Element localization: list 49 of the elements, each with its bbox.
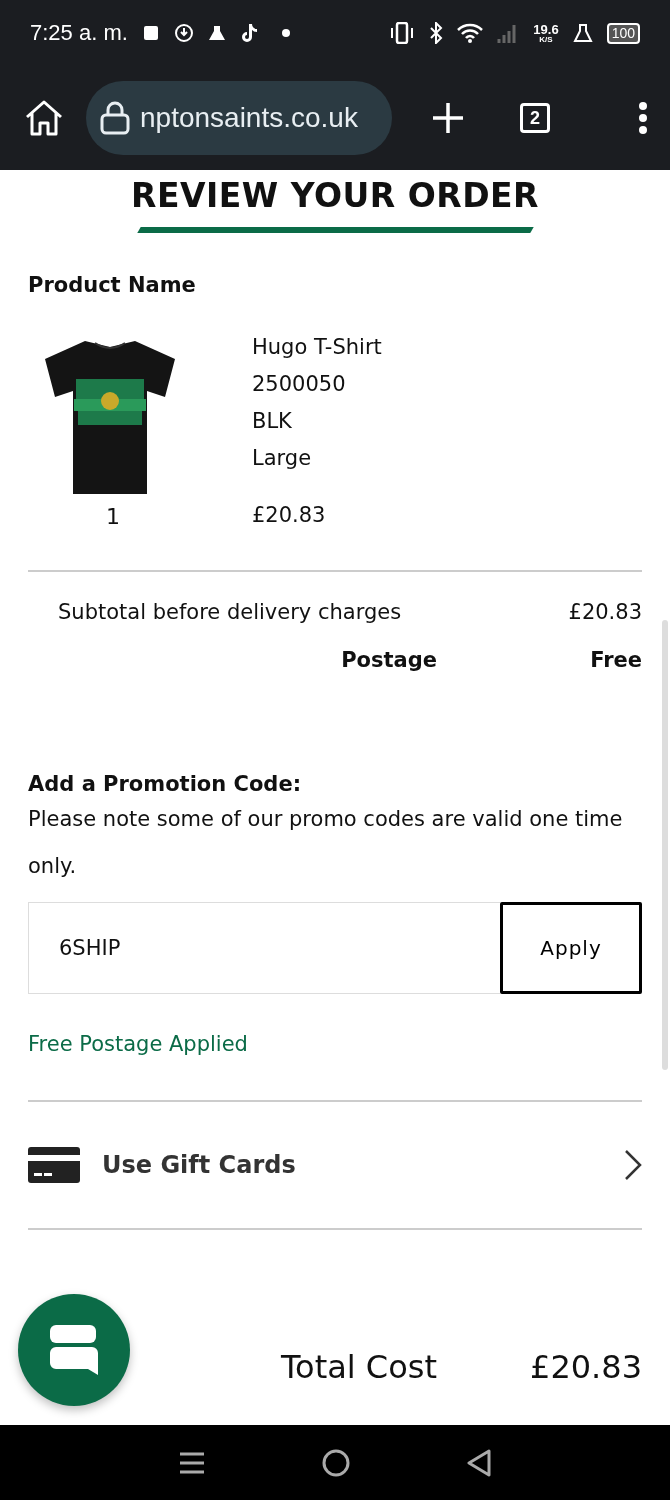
column-heading: Product Name [28,273,197,297]
bluetooth-icon [429,22,444,44]
summary-value: £20.83 [567,600,642,624]
total-label: Total Cost [280,1348,437,1386]
promo-message: Free Postage Applied [28,1032,249,1056]
apply-button[interactable]: Apply [500,902,642,994]
vibrate-icon [389,22,416,44]
back-icon[interactable] [467,1448,492,1477]
summary-value: Free [589,648,642,672]
product-code: 2500050 [252,371,347,398]
status-time: 7:25 a. m. [30,20,128,46]
flask-icon [572,23,593,43]
product-colour: BLK [252,408,293,435]
tab-count[interactable]: 2 [520,103,550,133]
scrollbar[interactable] [662,620,668,1070]
total-value: £20.83 [529,1348,642,1386]
dot-icon [281,29,290,37]
network-speed-unit: K/S [539,35,553,44]
home-icon[interactable] [24,100,64,136]
gift-cards-row[interactable]: Use Gift Cards [28,1102,642,1228]
notification-icon [141,24,160,42]
music-note-icon [239,23,258,43]
chat-icon [48,1323,100,1377]
flask-icon [207,24,226,42]
home-button-icon[interactable] [322,1448,350,1477]
product-name: Hugo T-Shirt [252,334,382,361]
battery-level: 100 [606,22,640,44]
page-title: REVIEW YOUR ORDER [131,176,539,215]
url-text: nptonsaints.co.uk [140,102,358,134]
wifi-icon [457,23,484,43]
promo-heading: Add a Promotion Code: [28,772,303,796]
promo-note: Please note some of our promo codes are valid one time only. [28,806,624,880]
network-speed: 19.6 [533,22,559,36]
promo-code-field[interactable]: 6SHIP [28,902,500,994]
product-size: Large [252,445,313,472]
summary-label: Postage [340,648,437,672]
menu-icon[interactable] [178,1450,205,1475]
plus-icon[interactable] [432,102,464,134]
product-price: £20.83 [252,502,327,529]
chevron-right-icon [624,1149,642,1181]
chat-button[interactable] [18,1294,130,1406]
download-icon [173,23,194,43]
summary-label: Subtotal before delivery charges [58,600,403,624]
credit-card-icon [28,1147,80,1183]
quantity: 1 [106,504,120,529]
lock-icon [100,101,130,135]
gift-cards-label: Use Gift Cards [102,1151,297,1179]
more-icon[interactable] [638,102,648,134]
address-bar[interactable]: nptonsaints.co.uk [86,81,392,155]
